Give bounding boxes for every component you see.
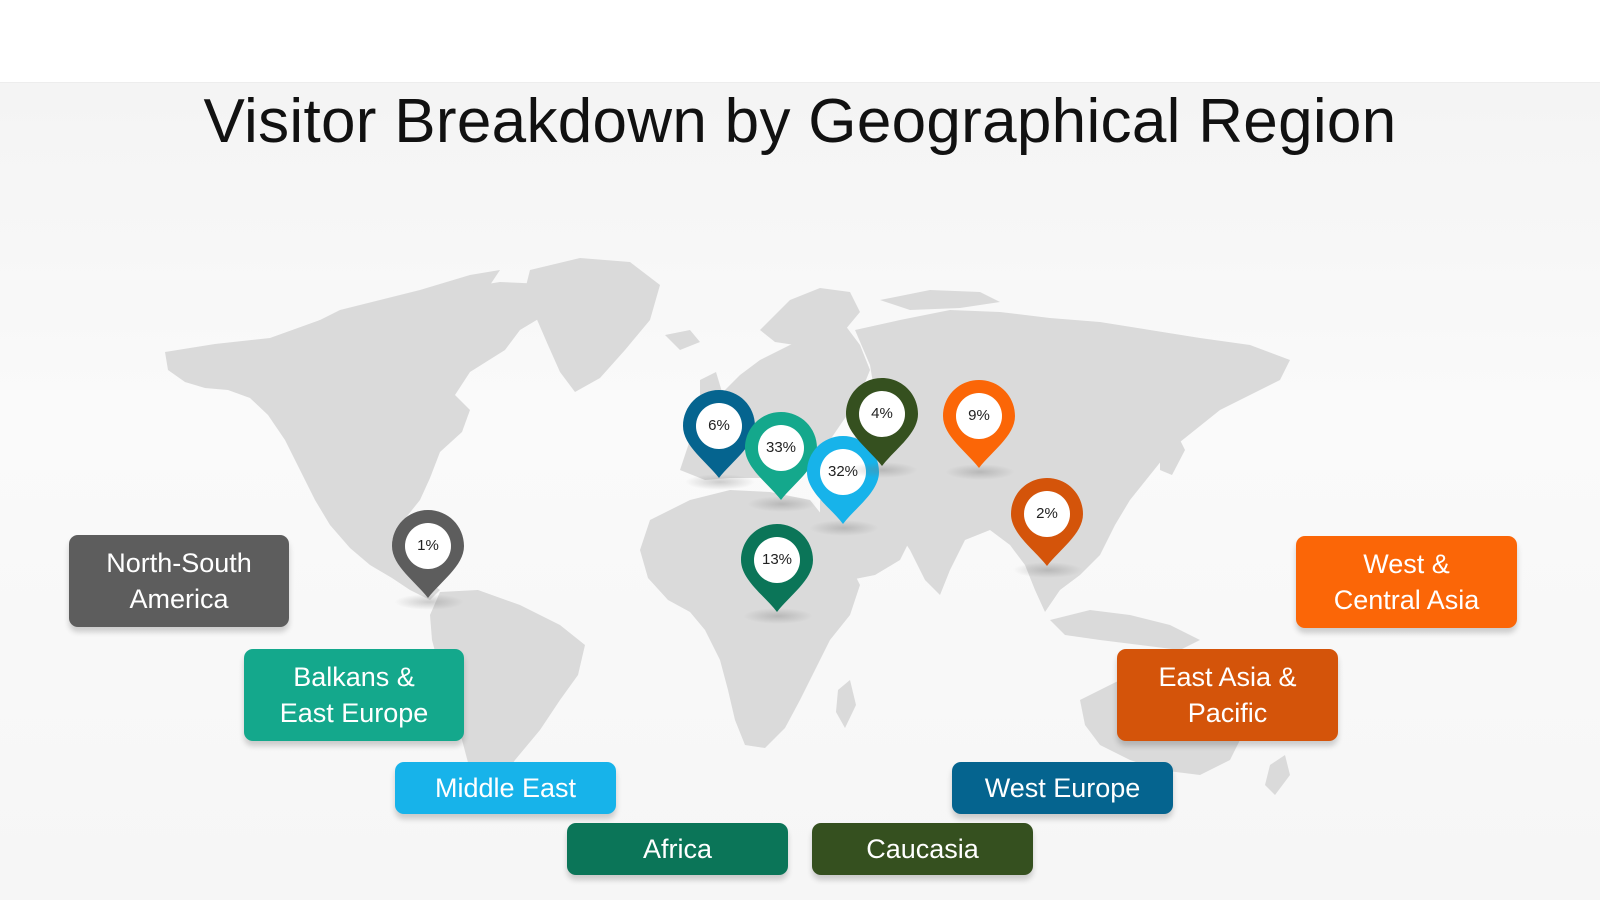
legend-label: West Europe	[984, 773, 1141, 803]
pin-value: 9%	[968, 407, 990, 424]
pin-west-central-asia[interactable]: 9%	[941, 378, 1017, 480]
map-greenland	[525, 258, 660, 392]
legend-balkans-east-europe[interactable]: Balkans & East Europe	[244, 649, 464, 741]
legend-label: Middle East	[434, 773, 577, 803]
legend-label: Africa	[642, 834, 713, 864]
legend-north-south-america[interactable]: North-South America	[69, 535, 289, 627]
legend-label: Caucasia	[866, 834, 979, 864]
map-new-zealand	[1265, 755, 1290, 795]
pin-value: 4%	[871, 405, 893, 422]
legend-west-central-asia[interactable]: West & Central Asia	[1296, 536, 1517, 628]
legend-label: North-South America	[106, 548, 252, 614]
map-se-asia-islands	[1050, 610, 1200, 650]
map-iceland	[665, 330, 700, 350]
legend-label: Balkans & East Europe	[279, 662, 429, 728]
legend-africa[interactable]: Africa	[567, 823, 788, 875]
map-madagascar	[836, 680, 856, 728]
pin-africa[interactable]: 13%	[739, 522, 815, 624]
pin-north-south-america[interactable]: 1%	[390, 508, 466, 610]
legend-caucasia[interactable]: Caucasia	[812, 823, 1033, 875]
legend-east-asia-pacific[interactable]: East Asia & Pacific	[1117, 649, 1338, 741]
legend-west-europe[interactable]: West Europe	[952, 762, 1173, 814]
pin-value: 2%	[1036, 505, 1058, 522]
pin-caucasia[interactable]: 4%	[844, 376, 920, 478]
legend-label: East Asia & Pacific	[1158, 662, 1297, 728]
legend-middle-east[interactable]: Middle East	[395, 762, 616, 814]
pin-value: 1%	[417, 537, 439, 554]
pin-east-asia-pacific[interactable]: 2%	[1009, 476, 1085, 578]
legend-label: West & Central Asia	[1333, 549, 1480, 615]
pin-value: 13%	[761, 551, 793, 568]
map-siberian-islands	[880, 290, 1000, 310]
